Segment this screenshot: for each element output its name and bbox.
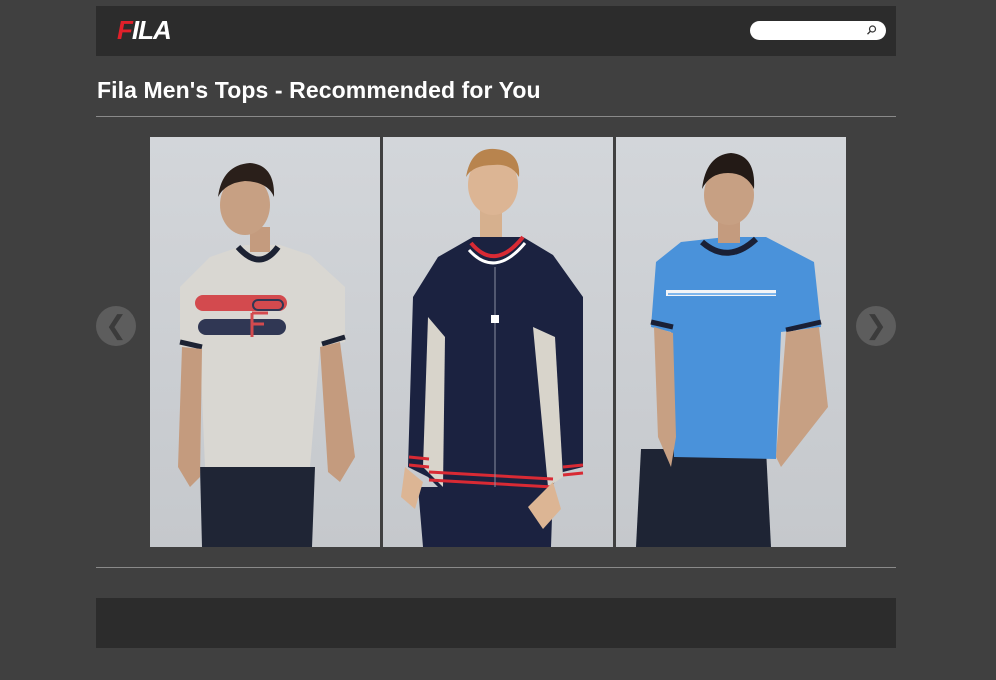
product-image-gray-tshirt[interactable] — [150, 137, 380, 547]
page-title: Fila Men's Tops - Recommended for You — [97, 77, 541, 103]
search-box — [750, 21, 886, 40]
product-image-navy-jacket[interactable] — [383, 137, 613, 547]
divider-top — [96, 116, 896, 117]
site-header: FILA — [96, 6, 896, 56]
divider-bottom — [96, 567, 896, 568]
carousel-next-button[interactable]: ❯ — [856, 306, 896, 346]
logo-text: FILA — [117, 15, 172, 45]
product-carousel — [150, 137, 846, 547]
chevron-left-icon: ❮ — [105, 311, 127, 341]
site-footer — [96, 598, 896, 648]
search-input[interactable] — [760, 22, 860, 39]
search-icon[interactable] — [865, 24, 878, 37]
fila-logo[interactable]: FILA — [117, 15, 172, 45]
product-image-blue-tshirt[interactable] — [616, 137, 846, 547]
carousel-prev-button[interactable]: ❮ — [96, 306, 136, 346]
chevron-right-icon: ❯ — [865, 311, 887, 341]
